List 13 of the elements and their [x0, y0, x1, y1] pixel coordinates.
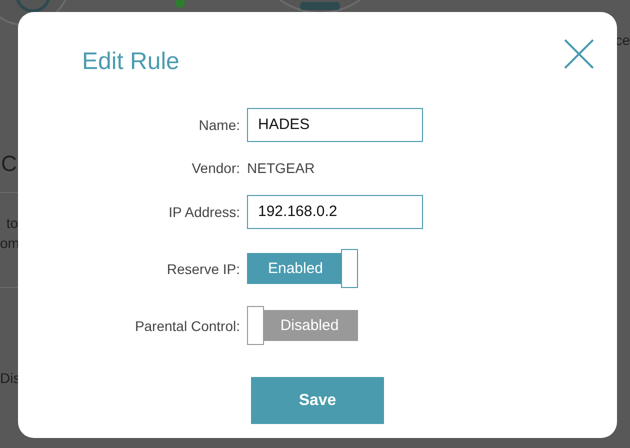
- background-text: C: [1, 150, 17, 178]
- background-text: to: [5, 214, 18, 233]
- input-field[interactable]: 192.168.0.2: [247, 194, 423, 228]
- field-label: Reserve IP:: [166, 260, 241, 276]
- close-icon[interactable]: [563, 38, 595, 70]
- field-label: Vendor:: [190, 160, 241, 176]
- field-label: Parental Control:: [134, 318, 241, 334]
- field-label: IP Address:: [168, 204, 241, 220]
- field-value: NETGEAR: [247, 160, 315, 176]
- dialog-title: Edit Rule: [82, 48, 180, 76]
- field-label: Name:: [198, 116, 241, 132]
- input-field[interactable]: HADES: [247, 108, 423, 142]
- save-button[interactable]: Save: [251, 377, 384, 424]
